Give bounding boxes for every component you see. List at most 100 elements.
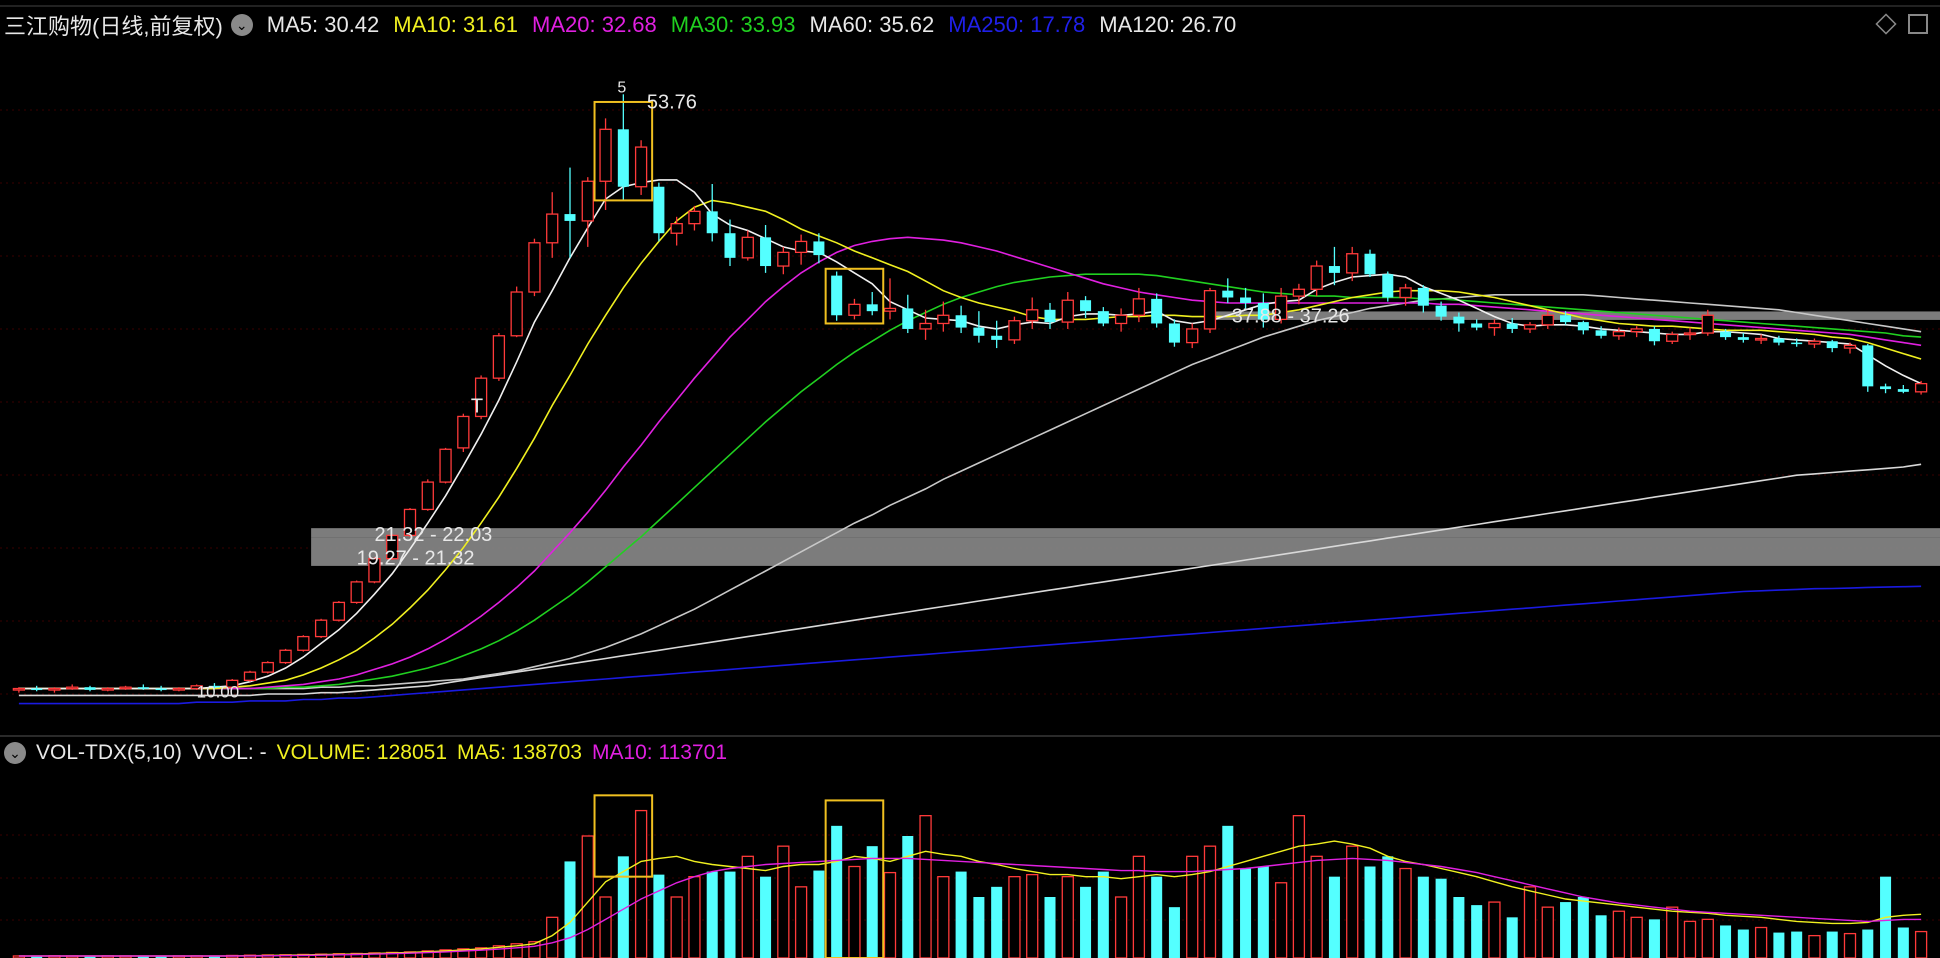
- volume-bar: [1453, 897, 1465, 958]
- candle-body: [1666, 333, 1679, 342]
- candle-body: [1471, 323, 1483, 328]
- volume-bar: [1506, 917, 1518, 958]
- candle-body: [243, 671, 257, 681]
- volume-bar: [1257, 866, 1269, 958]
- candle-body: [1914, 382, 1928, 393]
- volume-bar: [688, 876, 701, 958]
- volume-bar: [1292, 815, 1306, 958]
- candle-body: [1114, 314, 1128, 325]
- candle-body: [1382, 274, 1394, 298]
- volume-bar: [1097, 871, 1109, 958]
- volume-bar: [653, 874, 665, 958]
- volume-bar: [1560, 902, 1572, 958]
- candle-body: [848, 303, 861, 316]
- candle-body: [261, 661, 274, 673]
- ma120-line: [18, 463, 1922, 697]
- candle-body: [492, 335, 506, 379]
- candle-body: [12, 687, 26, 691]
- candle-body: [172, 687, 186, 691]
- volume-bar: [1274, 882, 1288, 958]
- candle-body: [794, 240, 808, 254]
- volume-bar: [813, 870, 825, 958]
- volume-bar: [1488, 901, 1501, 958]
- volume-bar: [794, 886, 808, 958]
- volume-bar: [760, 876, 772, 958]
- volume-bar: [1737, 929, 1749, 958]
- candle-body: [528, 242, 541, 293]
- candle-body: [1754, 337, 1768, 341]
- volume-bar: [1151, 876, 1163, 958]
- candle-body: [1186, 328, 1199, 344]
- volume-bar: [1683, 920, 1697, 958]
- candle-body: [1008, 320, 1021, 341]
- volume-bar: [1630, 916, 1643, 958]
- candle-body: [919, 322, 932, 330]
- volume-bar: [1720, 925, 1732, 958]
- candle-body: [1506, 323, 1518, 329]
- volume-chevron-icon[interactable]: ⌄: [4, 742, 26, 764]
- candle-body: [48, 687, 61, 691]
- volume-title: VOL-TDX(5,10): [36, 741, 182, 764]
- candle-body: [724, 233, 736, 258]
- candle-body: [1541, 314, 1554, 326]
- candle-body: [101, 687, 114, 691]
- volume-bar: [883, 871, 897, 958]
- volume-bar: [1417, 876, 1429, 958]
- volume-bar: [1364, 866, 1376, 958]
- volume-bar: [1808, 934, 1821, 958]
- candle-body: [350, 581, 363, 604]
- candle-body: [1595, 330, 1607, 336]
- volume-bar: [919, 815, 932, 958]
- candle-body: [332, 601, 346, 621]
- candle-body: [1044, 309, 1056, 323]
- candle-body: [634, 146, 648, 188]
- volume-bar: [706, 871, 718, 958]
- volume-bar: [1471, 905, 1483, 958]
- candle-body: [1026, 309, 1039, 322]
- candle-body: [617, 129, 629, 187]
- candle-body: [1701, 314, 1714, 334]
- candle-body: [902, 308, 914, 329]
- volume-bar: [1791, 931, 1803, 958]
- candle-body: [1310, 265, 1323, 290]
- candle-body: [1843, 344, 1857, 349]
- candle-body: [1435, 305, 1447, 317]
- volume-bar: [848, 865, 861, 958]
- candle-body: [991, 335, 1003, 340]
- volume-bar: [1080, 886, 1092, 958]
- candle-body: [1648, 328, 1660, 342]
- candle-body: [546, 213, 559, 244]
- candle-body: [866, 304, 878, 312]
- candle-body: [1399, 287, 1412, 299]
- volume-bar: [1897, 927, 1909, 958]
- low-price-label: 10.00: [197, 682, 240, 701]
- candle-body: [831, 275, 843, 316]
- volume-bar: [1666, 906, 1679, 958]
- volume-bar: [1240, 868, 1252, 958]
- volume-bar: [670, 896, 683, 958]
- peak-mark: 5: [617, 79, 626, 96]
- volume-bar: [1044, 897, 1056, 958]
- resistance-zone-label: 37.88 - 37.26: [1232, 305, 1350, 327]
- volume-bar: [1114, 896, 1128, 958]
- candle-body: [1346, 253, 1359, 274]
- volume-bar: [1701, 918, 1714, 958]
- volume-bar: [564, 861, 576, 958]
- candle-body: [1720, 331, 1732, 338]
- volume-bar: [831, 825, 843, 958]
- candle-body: [439, 448, 452, 483]
- candle-body: [1292, 288, 1306, 297]
- candle-body: [1061, 299, 1074, 323]
- candle-body: [31, 688, 43, 691]
- ma20-line: [18, 236, 1922, 690]
- volume-bar: [1222, 825, 1234, 958]
- volume-bar: [991, 886, 1003, 958]
- candle-body: [581, 180, 594, 222]
- candle-body: [1560, 315, 1572, 323]
- candle-body: [688, 210, 701, 225]
- volume-value: VOLUME: 128051: [276, 741, 448, 764]
- candle-body: [1328, 266, 1340, 273]
- volume-ma5: MA5: 138703: [457, 741, 582, 764]
- volume-bar: [1310, 855, 1323, 958]
- ma10-line: [18, 199, 1922, 690]
